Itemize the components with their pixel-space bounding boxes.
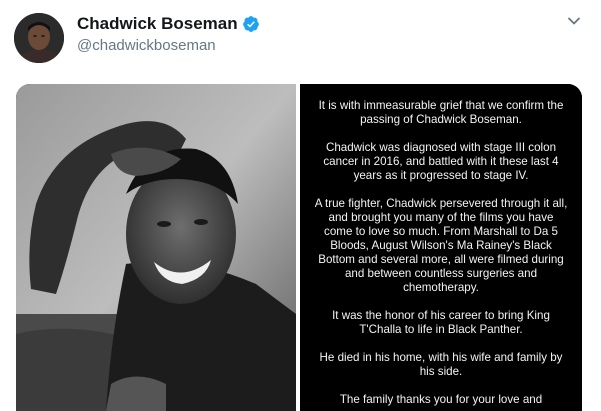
statement-paragraph: The family thanks you for your love and bbox=[339, 393, 543, 406]
statement-paragraph: He died in his home, with his wife and f… bbox=[319, 351, 563, 378]
statement-paragraph: A true fighter, Chadwick persevered thro… bbox=[314, 197, 568, 294]
portrait-image bbox=[16, 84, 296, 411]
statement-paragraph: It was the honor of his career to bring … bbox=[332, 309, 550, 336]
tweet-media[interactable]: It is with immeasurable grief that we co… bbox=[16, 84, 582, 411]
avatar[interactable] bbox=[14, 13, 64, 63]
verified-badge-icon bbox=[242, 16, 259, 32]
portrait-photo[interactable] bbox=[16, 84, 296, 411]
statement-paragraph: Chadwick was diagnosed with stage III co… bbox=[323, 141, 559, 182]
author-name-row: Chadwick Boseman bbox=[77, 14, 260, 34]
chevron-down-icon[interactable] bbox=[567, 14, 581, 28]
statement-image[interactable]: It is with immeasurable grief that we co… bbox=[300, 84, 582, 411]
author-handle[interactable]: @chadwickboseman bbox=[77, 37, 216, 54]
statement-paragraph: It is with immeasurable grief that we co… bbox=[318, 99, 564, 126]
avatar-image bbox=[14, 13, 64, 63]
author-name[interactable]: Chadwick Boseman bbox=[77, 14, 238, 34]
